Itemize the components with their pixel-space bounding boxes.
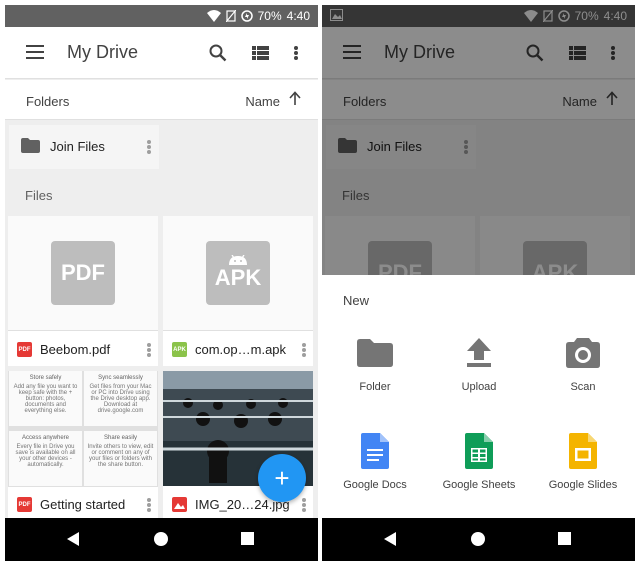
file-thumbnail: APK xyxy=(163,216,313,331)
list-view-icon[interactable] xyxy=(248,41,272,65)
android-icon xyxy=(229,255,247,265)
image-type-icon xyxy=(172,497,187,512)
google-slides-icon xyxy=(569,433,597,469)
tip-card: Access anywhere Every file in Drive you s… xyxy=(9,431,82,486)
file-name: com.op…m.apk xyxy=(195,342,287,357)
folder-name: Join Files xyxy=(50,139,105,154)
clock-time: 4:40 xyxy=(286,9,310,23)
menu-icon[interactable] xyxy=(26,45,44,59)
more-vert-icon[interactable] xyxy=(302,498,306,512)
sort-bar: Folders Name xyxy=(5,80,318,120)
more-vert-icon[interactable] xyxy=(302,343,306,357)
item-label: Folder xyxy=(359,381,391,393)
file-card-beebom-pdf[interactable]: PDF PDF Beebom.pdf xyxy=(8,216,158,366)
item-label: Google Docs xyxy=(343,479,407,491)
sheet-title: New xyxy=(343,293,370,308)
camera-icon xyxy=(566,338,600,368)
apk-file-icon: APK xyxy=(206,241,270,305)
scan-button[interactable]: Scan xyxy=(533,335,633,393)
more-vert-icon[interactable] xyxy=(147,343,151,357)
files-heading: Files xyxy=(25,188,53,203)
tip-heading: Store safely xyxy=(29,375,62,381)
home-icon[interactable] xyxy=(470,531,486,547)
page-title: My Drive xyxy=(67,42,138,62)
tip-heading: Share easily xyxy=(103,435,138,441)
android-type-icon: APK xyxy=(172,342,187,357)
google-sheets-icon xyxy=(465,433,493,469)
wifi-icon xyxy=(206,10,221,22)
folder-item[interactable]: Join Files xyxy=(9,125,159,169)
more-vert-icon[interactable] xyxy=(147,498,151,512)
folders-heading: Folders xyxy=(26,94,70,109)
add-fab-button[interactable]: + xyxy=(258,454,306,502)
google-slides-button[interactable]: Google Slides xyxy=(533,433,633,491)
system-nav-bar xyxy=(5,518,318,561)
file-name: Beebom.pdf xyxy=(40,342,111,357)
new-folder-button[interactable]: Folder xyxy=(325,335,425,393)
back-icon[interactable] xyxy=(66,531,80,547)
tip-heading: Access anywhere xyxy=(21,435,70,441)
arrow-up-icon[interactable] xyxy=(289,91,301,105)
pdf-file-icon: PDF xyxy=(51,241,115,305)
tip-card: Store safely Add any file you want to kee… xyxy=(9,371,82,426)
sort-by-name-button[interactable]: Name xyxy=(245,94,280,109)
system-nav-bar xyxy=(322,518,635,561)
drive-screen-right: 70% 4:40 My Drive Folders Name Join File… xyxy=(322,5,635,561)
tip-text: Get files from your Mac or PC into Drive… xyxy=(89,384,152,414)
tip-heading: Sync seamlessly xyxy=(98,375,143,381)
item-label: Upload xyxy=(461,381,497,393)
item-label: Scan xyxy=(570,381,596,393)
file-thumbnail: PDF xyxy=(8,216,158,331)
file-name: Getting started xyxy=(40,497,126,512)
home-icon[interactable] xyxy=(153,531,169,547)
google-docs-icon xyxy=(361,433,389,469)
file-grid: Join Files Files PDF PDF Beebom.pdf APK xyxy=(5,121,318,518)
drive-screen-left: 70% 4:40 My Drive Folders Name Join File… xyxy=(5,5,318,561)
file-card-getting-started[interactable]: Store safely Add any file you want to kee… xyxy=(8,371,158,518)
battery-percent: 70% xyxy=(257,9,282,23)
item-label: Google Sheets xyxy=(442,479,516,491)
new-bottom-sheet: New Folder Upload Scan Google Docs Googl… xyxy=(322,275,635,518)
pdf-type-icon: PDF xyxy=(17,497,32,512)
google-docs-button[interactable]: Google Docs xyxy=(325,433,425,491)
recents-icon[interactable] xyxy=(557,531,572,546)
upload-icon xyxy=(467,338,491,367)
tip-card: Share easily Invite others to view, edit … xyxy=(84,431,157,486)
pdf-type-icon: PDF xyxy=(17,342,32,357)
no-sim-icon xyxy=(225,10,236,22)
tip-text: Add any file you want to keep safe with … xyxy=(13,384,78,414)
folder-icon xyxy=(357,339,393,367)
search-icon[interactable] xyxy=(206,41,230,65)
more-vert-icon[interactable] xyxy=(147,140,151,154)
tip-card: Sync seamlessly Get files from your Mac o… xyxy=(84,371,157,426)
upload-button[interactable]: Upload xyxy=(429,335,529,393)
apk-badge-text: APK xyxy=(214,265,262,290)
item-label: Google Slides xyxy=(548,479,618,491)
status-bar: 70% 4:40 xyxy=(5,5,318,27)
back-icon[interactable] xyxy=(383,531,397,547)
google-sheets-button[interactable]: Google Sheets xyxy=(429,433,529,491)
tip-text: Invite others to view, edit or comment o… xyxy=(87,444,154,468)
battery-saver-icon xyxy=(240,10,253,22)
folder-icon xyxy=(21,138,40,153)
app-bar: My Drive xyxy=(5,27,318,79)
recents-icon[interactable] xyxy=(240,531,255,546)
more-vert-icon[interactable] xyxy=(284,41,308,65)
tip-text: Every file in Drive you save is availabl… xyxy=(15,444,76,468)
file-card-apk[interactable]: APK APK com.op…m.apk xyxy=(163,216,313,366)
